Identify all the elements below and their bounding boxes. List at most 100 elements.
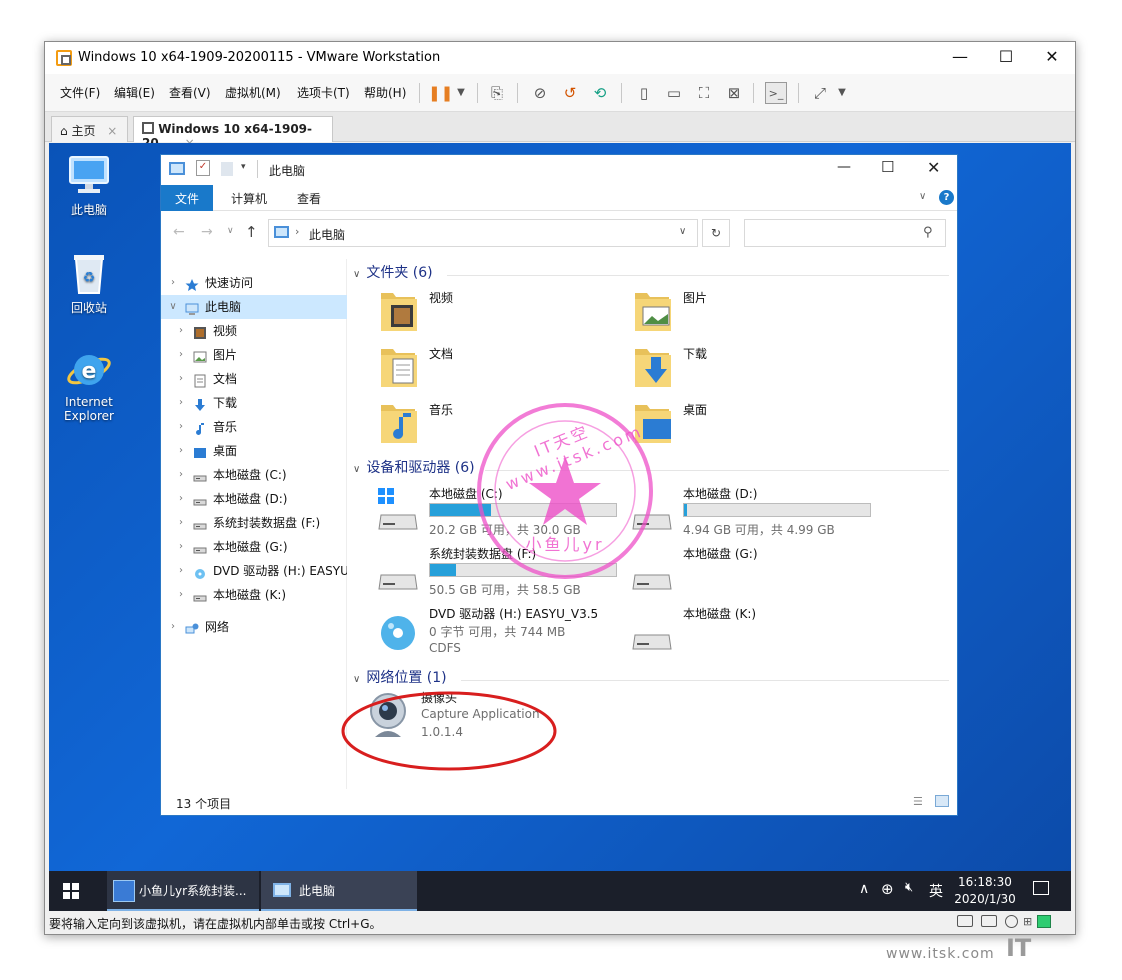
tab-vm[interactable]: Windows 10 x64-1909-20... × (133, 116, 333, 150)
nav-item[interactable]: › 网络 (161, 615, 347, 639)
nav-item[interactable]: › 文档 (161, 367, 347, 391)
minimize-button[interactable]: — (837, 159, 851, 175)
stretch-icon[interactable]: ⤢ (809, 82, 831, 104)
desktop-icon-this-pc[interactable]: 此电脑 (49, 153, 129, 218)
snapshot-manager-icon[interactable]: ⟲ (589, 82, 611, 104)
details-view-icon[interactable]: ☰ (913, 795, 923, 808)
desktop-icon-recycle-bin[interactable]: ♻ 回收站 (49, 251, 129, 316)
chevron-right-icon[interactable]: › (175, 439, 187, 463)
nav-item[interactable]: › 下载 (161, 391, 347, 415)
maximize-button[interactable]: ☐ (983, 42, 1029, 74)
recent-locations-icon[interactable]: ∨ (227, 226, 234, 236)
new-folder-icon[interactable] (221, 162, 233, 176)
hard-disk-icon[interactable] (981, 915, 997, 927)
tab-close-icon[interactable]: × (107, 124, 117, 138)
tab-file[interactable]: 文件 (161, 185, 214, 211)
chevron-right-icon[interactable]: › (175, 559, 187, 583)
start-icon[interactable] (63, 883, 79, 899)
nav-item[interactable]: › 系统封装数据盘 (F:) (161, 511, 347, 535)
revert-snapshot-icon[interactable]: ↺ (559, 82, 581, 104)
network-icon[interactable]: ⊕ (881, 880, 894, 898)
folder-tile[interactable]: 图片 (625, 287, 865, 339)
help-icon[interactable]: ? (939, 190, 954, 205)
chevron-right-icon[interactable]: › (175, 463, 187, 487)
nav-item[interactable]: › DVD 驱动器 (H:) EASYU (161, 559, 347, 583)
nav-item[interactable]: › 本地磁盘 (K:) (161, 583, 347, 607)
chevron-right-icon[interactable]: › (175, 391, 187, 415)
close-button[interactable]: ✕ (1029, 42, 1075, 74)
nav-item[interactable]: ∨ 此电脑 (161, 295, 347, 319)
guest-desktop[interactable]: 此电脑 ♻ 回收站 e Internet Explorer ✓ ▾ 此电脑 — (49, 143, 1071, 911)
send-ctrl-alt-del-icon[interactable]: ⎘ (486, 82, 508, 104)
chevron-right-icon[interactable]: › (175, 415, 187, 439)
message-log-icon[interactable] (1037, 915, 1051, 928)
menu-view[interactable]: 查看(V) (169, 84, 211, 101)
quick-access-chevron-icon[interactable]: ▾ (241, 162, 246, 172)
back-icon[interactable]: ← (173, 224, 185, 240)
forward-icon[interactable]: → (201, 224, 213, 240)
nav-item[interactable]: › 本地磁盘 (C:) (161, 463, 347, 487)
snapshot-icon[interactable]: ⊘ (529, 82, 551, 104)
nav-item[interactable]: › 桌面 (161, 439, 347, 463)
hard-disk-icon[interactable] (957, 915, 973, 927)
folder-tile[interactable]: 下载 (625, 343, 865, 395)
group-header-network[interactable]: ∨ 网络位置 (1) (351, 668, 447, 688)
address-bar[interactable]: › 此电脑 ∨ (268, 219, 698, 247)
refresh-icon[interactable]: ↻ (702, 219, 730, 247)
console-view-icon[interactable]: >_ (765, 82, 787, 104)
tab-home[interactable]: ⌂ 主页 × (51, 116, 128, 142)
drive-tile[interactable]: 本地磁盘 (G:) (625, 545, 875, 605)
nav-item[interactable]: › 本地磁盘 (D:) (161, 487, 347, 511)
drive-tile[interactable]: DVD 驱动器 (H:) EASYU_V3.5 0 字节 可用，共 744 MB C… (371, 605, 621, 665)
chevron-right-icon[interactable]: › (175, 583, 187, 607)
sidebar-toggle-icon[interactable]: ▯ (633, 82, 655, 104)
chevron-right-icon[interactable]: › (175, 343, 187, 367)
unity-icon[interactable]: ⊠ (723, 82, 745, 104)
menu-vm[interactable]: 虚拟机(M) (225, 84, 281, 101)
menu-help[interactable]: 帮助(H) (364, 84, 406, 101)
nav-item[interactable]: › 图片 (161, 343, 347, 367)
nav-item[interactable]: › 本地磁盘 (G:) (161, 535, 347, 559)
chevron-right-icon[interactable]: › (175, 487, 187, 511)
chevron-right-icon[interactable]: › (175, 535, 187, 559)
thumbnail-bar-icon[interactable]: ▭ (663, 82, 685, 104)
expand-ribbon-icon[interactable]: ∨ (919, 191, 926, 202)
drive-tile[interactable]: 本地磁盘 (D:) 4.94 GB 可用，共 4.99 GB (625, 485, 875, 545)
chevron-right-icon[interactable]: › (175, 319, 187, 343)
action-center-icon[interactable] (1033, 881, 1049, 895)
taskbar-app-packager[interactable]: 小鱼儿yr系统封装... (107, 871, 259, 911)
full-screen-icon[interactable]: ⛶ (693, 82, 715, 104)
menu-edit[interactable]: 编辑(E) (114, 84, 155, 101)
nav-item[interactable]: › 音乐 (161, 415, 347, 439)
drive-tile[interactable]: 本地磁盘 (K:) (625, 605, 875, 665)
chevron-right-icon[interactable]: › (175, 511, 187, 535)
chevron-down-icon[interactable]: ▼ (450, 82, 472, 104)
chevron-right-icon[interactable]: › (167, 615, 179, 639)
chevron-right-icon[interactable]: › (175, 367, 187, 391)
show-hidden-icons-icon[interactable]: ∧ (859, 881, 869, 897)
clock-time[interactable]: 16:18:30 (955, 875, 1015, 889)
address-dropdown-icon[interactable]: ∨ (679, 226, 686, 237)
search-input[interactable]: ⚲ (744, 219, 946, 247)
taskbar-app-explorer[interactable]: 此电脑 (261, 871, 417, 911)
properties-icon[interactable]: ✓ (196, 160, 210, 176)
minimize-button[interactable]: — (937, 42, 983, 74)
close-button[interactable]: ✕ (927, 158, 940, 177)
maximize-button[interactable]: ☐ (881, 158, 894, 176)
ime-indicator[interactable]: 英 (929, 881, 943, 901)
folder-tile[interactable]: 桌面 (625, 399, 865, 451)
tab-view[interactable]: 查看 (283, 185, 335, 211)
tab-computer[interactable]: 计算机 (217, 185, 281, 211)
up-icon[interactable]: ↑ (245, 223, 258, 241)
group-header-devices[interactable]: ∨ 设备和驱动器 (6) (351, 458, 475, 478)
folder-tile[interactable]: 文档 (371, 343, 611, 395)
nav-item[interactable]: › 视频 (161, 319, 347, 343)
menu-file[interactable]: 文件(F) (60, 84, 100, 101)
chevron-right-icon[interactable]: › (167, 271, 179, 295)
chevron-down-icon[interactable]: ∨ (167, 295, 179, 319)
group-header-folders[interactable]: ∨ 文件夹 (6) (351, 263, 433, 283)
pause-icon[interactable]: ❚❚ (428, 82, 453, 104)
network-adapter-icon[interactable]: ⊞ (1023, 915, 1032, 928)
large-icons-view-icon[interactable] (935, 795, 949, 807)
cd-drive-icon[interactable] (1005, 915, 1018, 928)
